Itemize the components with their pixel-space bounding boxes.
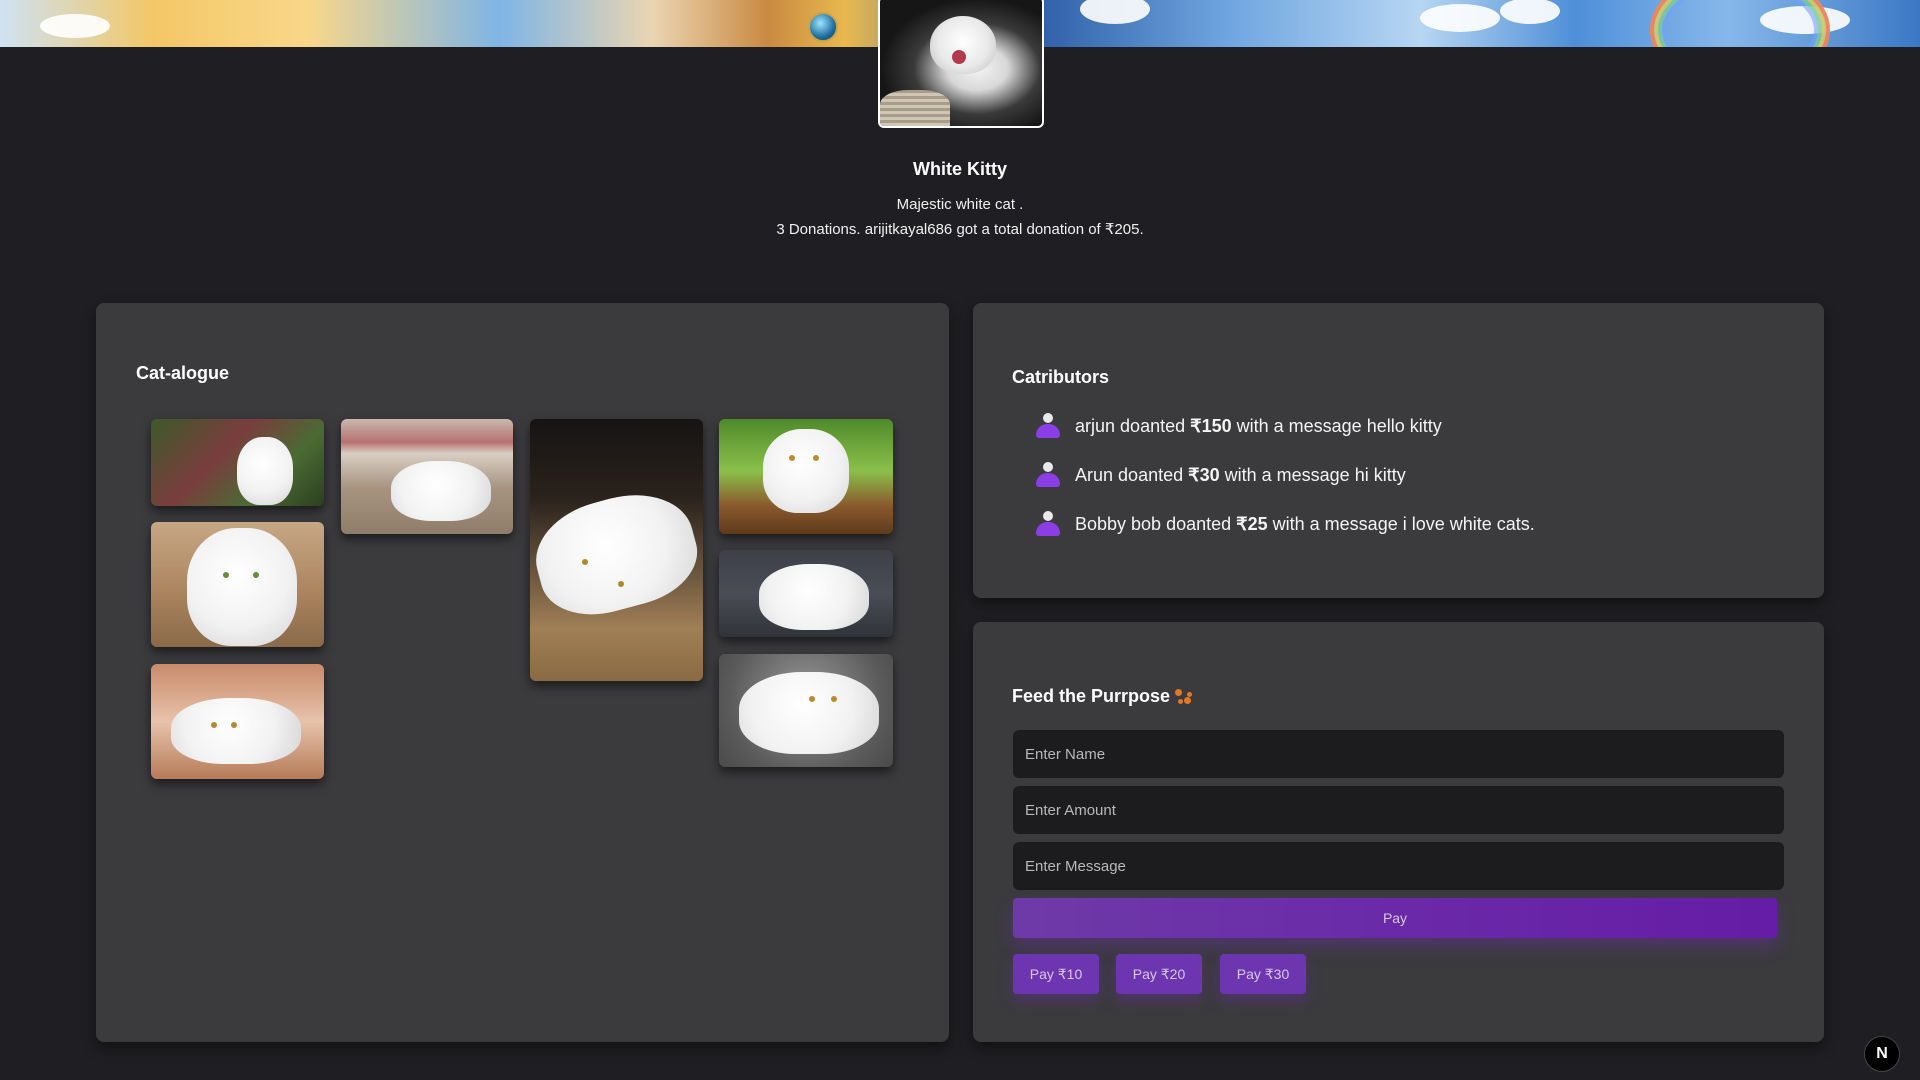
gallery-panel: Cat-alogue [96, 303, 949, 1042]
contributor-message: hi kitty [1354, 464, 1406, 485]
contributor-verb: doanted [1118, 464, 1184, 485]
user-icon [1035, 413, 1061, 439]
contributor-connector: with a message [1236, 415, 1362, 436]
user-icon [1035, 462, 1061, 488]
cat-eye [809, 696, 815, 702]
contributor-name: Bobby bob [1075, 513, 1162, 534]
payment-title: Feed the Purrpose [1012, 686, 1171, 706]
contributor-verb: doanted [1120, 415, 1186, 436]
contributor-amount: ₹150 [1190, 415, 1232, 436]
cat-photo[interactable] [151, 419, 324, 506]
message-input[interactable] [1013, 842, 1784, 890]
cat-head-shape [930, 16, 996, 74]
cat-eye [253, 572, 259, 578]
cat-eye [789, 455, 795, 461]
pay-20-button[interactable]: Pay ₹20 [1116, 954, 1202, 994]
pay-10-button[interactable]: Pay ₹10 [1013, 954, 1099, 994]
next-dev-badge[interactable]: N [1864, 1036, 1900, 1072]
cat-photo[interactable] [530, 419, 703, 681]
cat-photo[interactable] [151, 522, 324, 647]
gallery-title: Cat-alogue [136, 363, 230, 383]
cat-shape [391, 461, 491, 521]
user-icon [1035, 511, 1061, 537]
cat-photo[interactable] [151, 664, 324, 779]
payment-panel: Feed the Purrpose Pay Pay ₹10 Pay ₹20 Pa… [973, 622, 1824, 1042]
cat-shape [530, 480, 703, 628]
cat-eye [813, 455, 819, 461]
contributor-item: Bobby bob doanted ₹25 with a message i l… [1035, 509, 1535, 539]
contributors-title: Catributors [1012, 367, 1110, 387]
cat-photo[interactable] [719, 654, 893, 767]
profile-avatar [878, 0, 1044, 128]
contributor-message: hello kitty [1366, 415, 1442, 436]
cat-photo[interactable] [341, 419, 513, 534]
contributor-message: i love white cats. [1402, 513, 1535, 534]
cloud-shape [40, 14, 110, 38]
cat-eye [223, 572, 229, 578]
cat-eye [831, 696, 837, 702]
cat-eye [582, 559, 588, 565]
profile-name: White Kitty [913, 159, 1007, 179]
contributor-name: arjun [1075, 415, 1116, 436]
profile-description: Majestic white cat . [896, 196, 1024, 213]
cat-eye [211, 722, 217, 728]
cat-eye [231, 722, 237, 728]
contributor-connector: with a message [1224, 464, 1350, 485]
cat-eye [618, 581, 624, 587]
pay-30-button[interactable]: Pay ₹30 [1220, 954, 1306, 994]
cat-shape [187, 528, 297, 646]
cloud-shape [1420, 4, 1500, 32]
basket-shape [880, 90, 950, 126]
pay-button[interactable]: Pay [1013, 898, 1777, 938]
name-input[interactable] [1013, 730, 1784, 778]
cloud-shape [1500, 0, 1560, 24]
cat-shape [171, 698, 301, 764]
cat-mouth-shape [952, 50, 966, 64]
cat-shape [759, 564, 869, 630]
contributor-item: Arun doanted ₹30 with a message hi kitty [1035, 460, 1406, 490]
collar-gem [808, 12, 838, 42]
paw-prints-icon [1175, 689, 1195, 709]
cat-shape [237, 437, 293, 505]
cat-photo[interactable] [719, 419, 893, 534]
donation-stats: 3 Donations. arijitkayal686 got a total … [776, 221, 1144, 238]
contributor-connector: with a message [1272, 513, 1398, 534]
rainbow-shape [1640, 0, 1840, 47]
amount-input[interactable] [1013, 786, 1784, 834]
contributors-panel: Catributors arjun doanted ₹150 with a me… [973, 303, 1824, 598]
cat-shape [739, 672, 879, 754]
contributor-name: Arun [1075, 464, 1114, 485]
cat-shape [763, 429, 849, 513]
cat-photo[interactable] [719, 550, 893, 637]
contributor-amount: ₹25 [1236, 513, 1268, 534]
contributor-verb: doanted [1166, 513, 1232, 534]
contributor-item: arjun doanted ₹150 with a message hello … [1035, 411, 1442, 441]
cloud-shape [1080, 0, 1150, 24]
contributor-amount: ₹30 [1188, 464, 1220, 485]
